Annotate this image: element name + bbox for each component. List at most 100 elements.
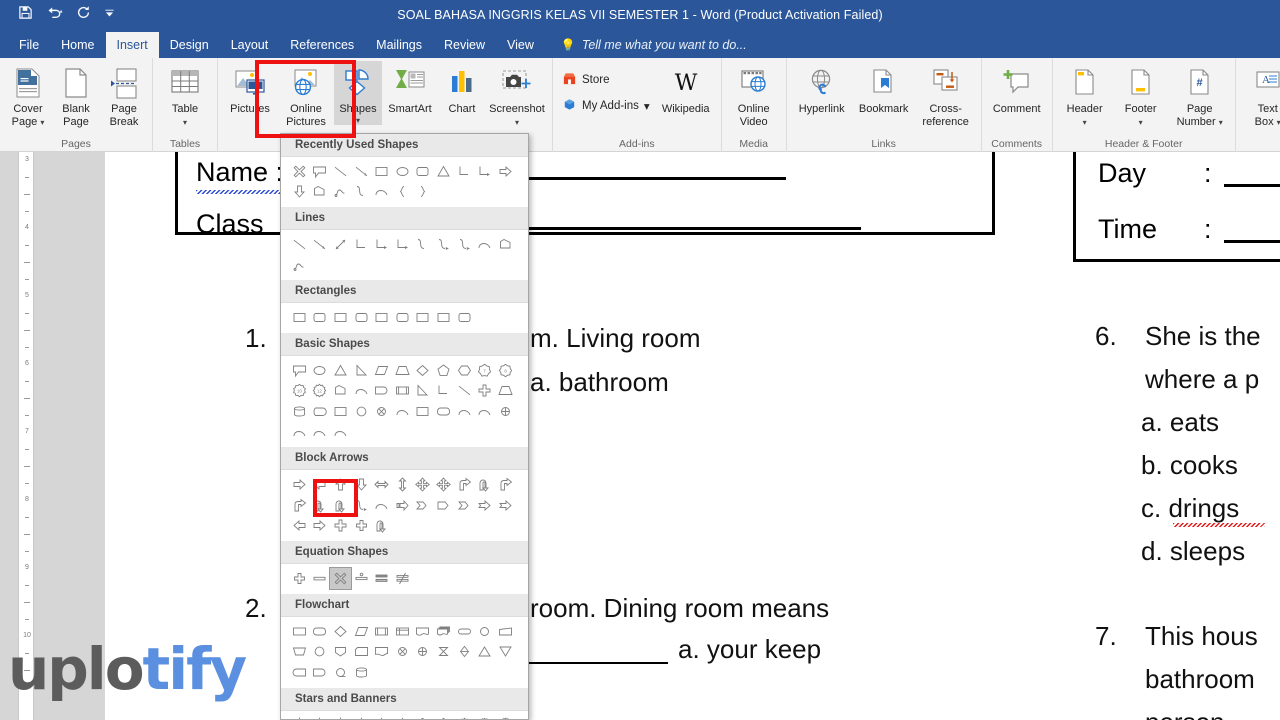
shape-cell[interactable]: [454, 161, 475, 182]
online-video-button[interactable]: Online Video: [726, 61, 782, 128]
shape-cell[interactable]: [371, 715, 392, 719]
shape-cell[interactable]: [433, 495, 454, 516]
shape-cell[interactable]: 12: [310, 381, 331, 402]
blank-page-button[interactable]: Blank Page: [52, 61, 100, 128]
shape-cell[interactable]: [454, 401, 475, 422]
shape-cell[interactable]: [330, 621, 351, 642]
shape-cell[interactable]: [474, 621, 495, 642]
shape-cell[interactable]: [330, 715, 351, 719]
shape-cell[interactable]: [310, 641, 331, 662]
shape-cell[interactable]: [351, 662, 372, 683]
shape-cell[interactable]: [310, 307, 331, 328]
shape-cell[interactable]: [371, 474, 392, 495]
shape-cell[interactable]: [454, 307, 475, 328]
shape-cell[interactable]: [433, 360, 454, 381]
shape-cell[interactable]: [289, 516, 310, 537]
shape-cell[interactable]: [371, 161, 392, 182]
shape-cell[interactable]: [351, 161, 372, 182]
shape-cell[interactable]: [433, 474, 454, 495]
shape-cell[interactable]: [495, 381, 516, 402]
text-box-button[interactable]: A Text Box ▾: [1240, 61, 1280, 128]
shape-cell[interactable]: [310, 715, 331, 719]
store-button[interactable]: Store: [557, 67, 655, 93]
shape-cell[interactable]: [330, 161, 351, 182]
shape-cell[interactable]: [433, 381, 454, 402]
tab-references[interactable]: References: [279, 32, 365, 58]
shape-cell[interactable]: [289, 715, 310, 719]
shape-cell[interactable]: [289, 307, 310, 328]
shape-cell[interactable]: [310, 474, 331, 495]
shape-cell[interactable]: [310, 495, 331, 516]
shape-cell[interactable]: 12: [454, 715, 475, 719]
shape-cell[interactable]: [351, 182, 372, 203]
shape-cell[interactable]: [413, 161, 434, 182]
shape-cell[interactable]: [371, 182, 392, 203]
shape-cell[interactable]: [310, 234, 331, 255]
table-button[interactable]: Table ▾: [157, 61, 213, 128]
shape-cell[interactable]: [289, 621, 310, 642]
tab-insert[interactable]: Insert: [105, 32, 159, 58]
shapes-caret-icon[interactable]: ▾: [356, 116, 360, 125]
shape-cell[interactable]: [371, 516, 392, 537]
my-addins-caret-icon[interactable]: ▾: [644, 99, 650, 113]
shape-cell[interactable]: [289, 662, 310, 683]
hyperlink-button[interactable]: Hyperlink: [791, 61, 853, 116]
shape-cell[interactable]: [413, 182, 434, 203]
shape-cell[interactable]: [330, 182, 351, 203]
shape-cell[interactable]: [413, 401, 434, 422]
shape-cell[interactable]: [433, 234, 454, 255]
tab-review[interactable]: Review: [433, 32, 496, 58]
shape-cell[interactable]: [371, 568, 392, 589]
shape-cell[interactable]: [330, 381, 351, 402]
shape-cell[interactable]: [495, 234, 516, 255]
shape-cell[interactable]: [330, 401, 351, 422]
shape-cell[interactable]: [454, 495, 475, 516]
shape-cell[interactable]: [474, 495, 495, 516]
shape-cell[interactable]: [392, 621, 413, 642]
shape-cell[interactable]: [413, 360, 434, 381]
shape-cell[interactable]: 8: [413, 715, 434, 719]
shape-cell[interactable]: [289, 234, 310, 255]
footer-button[interactable]: Footer ▾: [1113, 61, 1169, 128]
shape-cell[interactable]: [371, 621, 392, 642]
shape-cell[interactable]: [330, 360, 351, 381]
shape-cell[interactable]: [392, 381, 413, 402]
tab-mailings[interactable]: Mailings: [365, 32, 433, 58]
shape-cell[interactable]: [474, 474, 495, 495]
shape-cell[interactable]: 8: [495, 360, 516, 381]
shape-cell[interactable]: [474, 234, 495, 255]
shape-cell[interactable]: [289, 422, 310, 443]
shape-cell[interactable]: [474, 401, 495, 422]
comment-button[interactable]: Comment: [986, 61, 1048, 116]
shape-cell[interactable]: [392, 182, 413, 203]
shape-cell[interactable]: [351, 360, 372, 381]
shape-cell[interactable]: [351, 568, 372, 589]
shape-cell[interactable]: [413, 474, 434, 495]
tell-me-search[interactable]: 💡 Tell me what you want to do...: [561, 32, 747, 58]
shape-cell[interactable]: [413, 307, 434, 328]
shape-cell[interactable]: [310, 401, 331, 422]
tab-file[interactable]: File: [8, 32, 50, 58]
shape-cell[interactable]: [413, 234, 434, 255]
shape-cell[interactable]: [454, 381, 475, 402]
shape-cell[interactable]: [330, 641, 351, 662]
shape-cell[interactable]: [330, 474, 351, 495]
shape-cell[interactable]: [454, 360, 475, 381]
chart-button[interactable]: Chart: [438, 61, 486, 116]
shape-cell[interactable]: [289, 474, 310, 495]
shape-cell[interactable]: [330, 422, 351, 443]
shape-cell[interactable]: [289, 641, 310, 662]
shape-cell[interactable]: [454, 474, 475, 495]
shape-cell[interactable]: [330, 307, 351, 328]
shape-cell[interactable]: [351, 474, 372, 495]
shape-cell[interactable]: [454, 234, 475, 255]
shape-cell[interactable]: [392, 401, 413, 422]
shape-cell[interactable]: [433, 621, 454, 642]
shapes-button[interactable]: Shapes ▾: [334, 61, 382, 125]
shape-cell[interactable]: 7: [474, 360, 495, 381]
multiply-shape[interactable]: [329, 567, 352, 590]
screenshot-button[interactable]: Screenshot ▾: [486, 61, 548, 128]
bookmark-button[interactable]: Bookmark: [853, 61, 915, 116]
shape-cell[interactable]: [351, 715, 372, 719]
header-button[interactable]: Header ▾: [1057, 61, 1113, 128]
